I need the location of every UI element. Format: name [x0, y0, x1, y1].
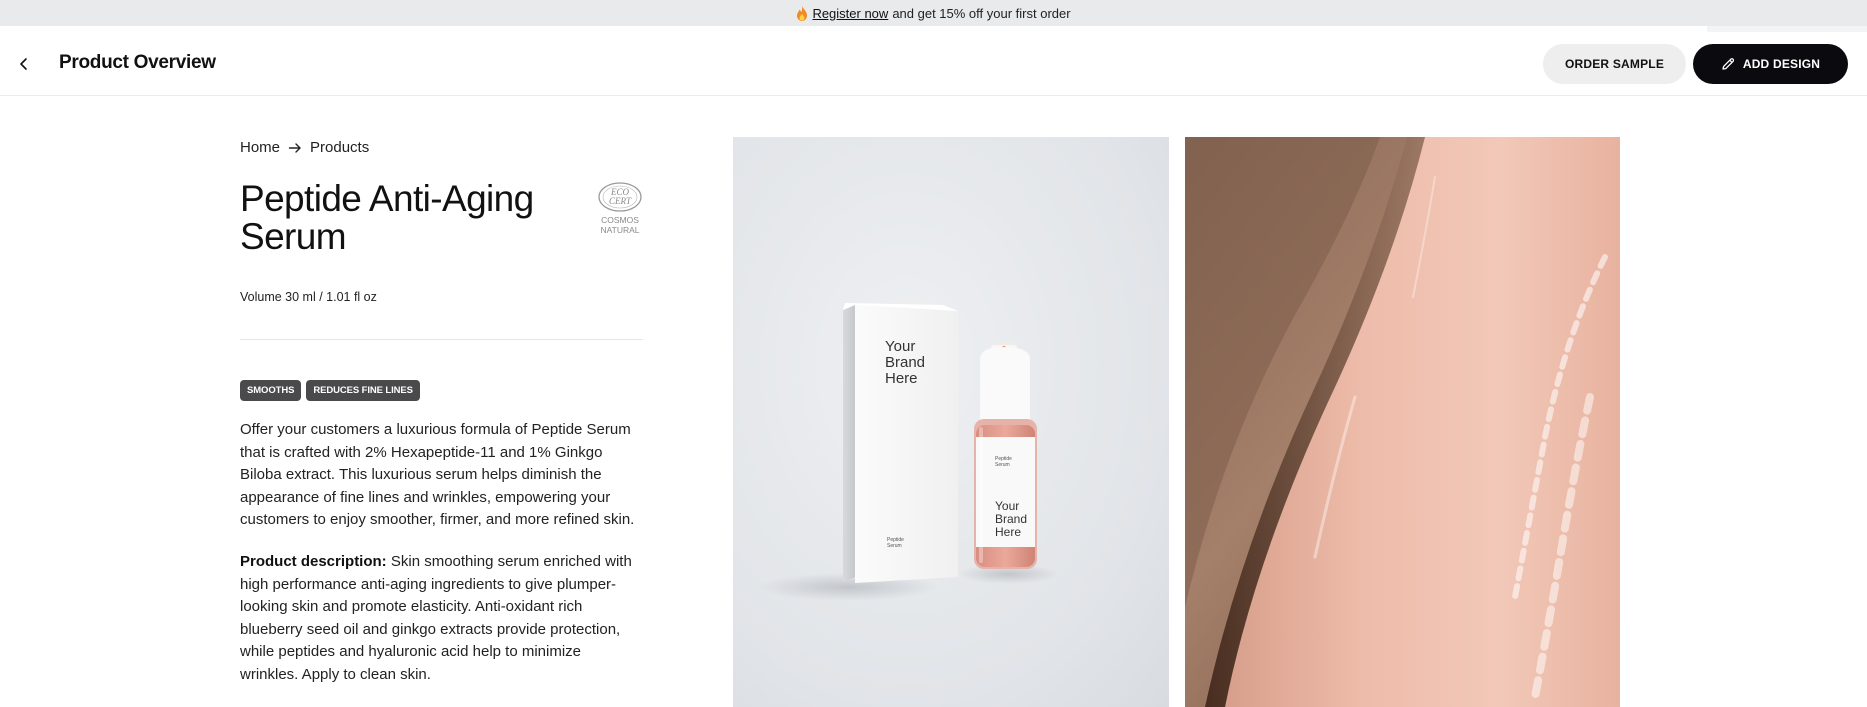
bottle-brand-text-1: Your [995, 499, 1019, 513]
description-label: Product description: [240, 553, 387, 570]
promo-text: and get 15% off your first order [892, 5, 1071, 21]
add-design-button[interactable]: ADD DESIGN [1693, 44, 1848, 84]
promo-bar: Register now and get 15% off your first … [0, 0, 1867, 26]
bottle-small-text-2: Serum [995, 462, 1010, 468]
bottle-brand-text-3: Here [995, 525, 1021, 539]
register-link[interactable]: Register now [812, 6, 888, 21]
description-text: Skin smoothing serum enriched with high … [240, 553, 632, 683]
chevron-left-icon [20, 58, 27, 70]
box-brand-text-2: Brand [885, 354, 925, 371]
tag-smooths: SMOOTHS [240, 380, 302, 401]
benefit-tags: SMOOTHS REDUCES FINE LINES [240, 380, 420, 401]
fire-icon [797, 5, 808, 21]
divider [240, 339, 643, 340]
svg-text:COSMOS: COSMOS [601, 215, 639, 225]
add-design-label: ADD DESIGN [1742, 57, 1821, 71]
back-button[interactable] [12, 52, 36, 76]
serum-texture-image[interactable] [1185, 137, 1620, 707]
breadcrumb-home[interactable]: Home [240, 139, 280, 156]
breadcrumb-products[interactable]: Products [310, 139, 369, 156]
page-header: Product Overview ORDER SAMPLE ADD DESIGN [0, 32, 1867, 96]
tag-reduces-fine-lines: REDUCES FINE LINES [306, 380, 420, 401]
product-description: Product description: Skin smoothing seru… [240, 551, 643, 686]
product-volume: Volume 30 ml / 1.01 fl oz [240, 290, 377, 304]
bottle-brand-text-2: Brand [995, 512, 1027, 526]
page-title: Product Overview [59, 52, 216, 73]
ecocert-cosmos-natural-logo: ECO CERT COSMOS NATURAL [597, 182, 643, 238]
breadcrumb: Home Products [240, 139, 369, 156]
svg-text:NATURAL: NATURAL [600, 225, 639, 235]
pen-icon [1722, 58, 1734, 70]
arrow-right-icon [288, 142, 301, 153]
product-title: Peptide Anti-Aging Serum [240, 178, 534, 257]
product-summary: Offer your customers a luxurious formula… [240, 421, 635, 528]
order-sample-button[interactable]: ORDER SAMPLE [1543, 44, 1686, 84]
svg-text:CERT: CERT [609, 196, 632, 206]
box-brand-text-1: Your [885, 338, 915, 355]
box-small-text-2: Serum [887, 543, 902, 549]
product-packaging-image[interactable]: Your Brand Here Peptide Serum Peptide Se… [733, 137, 1169, 707]
box-brand-text-3: Here [885, 370, 918, 387]
